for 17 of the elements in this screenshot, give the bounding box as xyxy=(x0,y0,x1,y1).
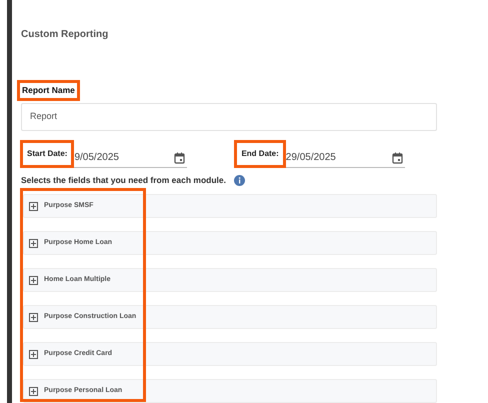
plus-box-icon[interactable] xyxy=(29,312,38,322)
plus-box-icon[interactable] xyxy=(29,276,38,284)
date-field[interactable]: 9/05/2025 xyxy=(74,148,188,168)
report-name-field[interactable]: Report xyxy=(21,103,437,132)
plus-box-icon[interactable] xyxy=(29,386,38,396)
field-label: Report Name xyxy=(17,80,80,101)
date-field[interactable]: 29/05/2025 xyxy=(286,148,405,168)
calendar-icon[interactable] xyxy=(392,152,403,164)
plus-box-icon[interactable] xyxy=(29,350,38,358)
calendar-icon[interactable] xyxy=(174,152,186,164)
info-icon[interactable] xyxy=(234,175,245,186)
plus-box-icon[interactable] xyxy=(29,238,38,248)
date-label: Start Date: xyxy=(20,140,74,168)
date-label: End Date: xyxy=(234,140,286,168)
plus-box-icon[interactable] xyxy=(29,202,38,210)
instruction-text: Selects the fields that you need from each module. xyxy=(21,174,226,187)
page-title: Custom Reporting xyxy=(21,28,110,42)
